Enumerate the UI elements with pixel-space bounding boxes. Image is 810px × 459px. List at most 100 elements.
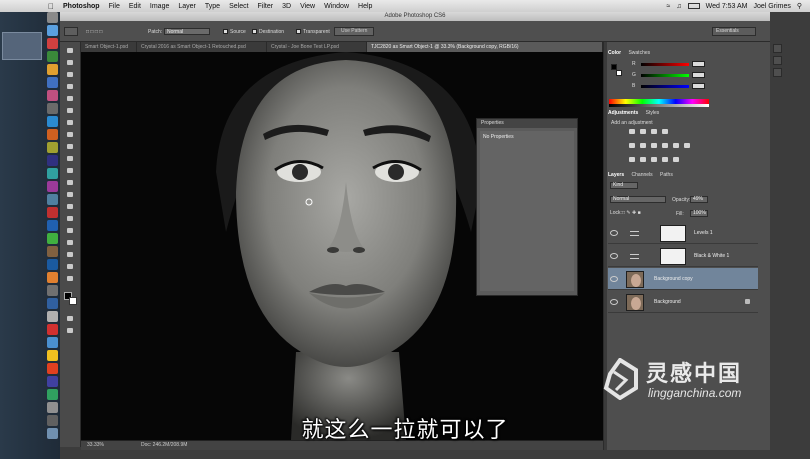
red-value[interactable] <box>692 61 705 67</box>
opacity-value[interactable]: 49% <box>690 196 708 203</box>
threshold-icon[interactable] <box>650 156 658 163</box>
app-icon[interactable] <box>47 155 58 166</box>
visibility-eye-icon[interactable] <box>610 276 618 282</box>
app-icon[interactable] <box>47 350 58 361</box>
tab-adjustments[interactable]: Adjustments <box>608 110 638 116</box>
layer-mask-thumbnail[interactable] <box>660 248 686 265</box>
visibility-eye-icon[interactable] <box>610 230 618 236</box>
app-icon[interactable] <box>47 38 58 49</box>
eyedropper-tool-icon[interactable] <box>65 106 75 115</box>
layer-row[interactable]: Background <box>608 291 758 313</box>
transparent-checkbox[interactable] <box>296 29 301 34</box>
levels-icon[interactable] <box>639 128 647 135</box>
doc-tab[interactable]: Crystal - Joe Bone Test LP.psd <box>267 42 367 52</box>
menu-app[interactable]: Photoshop <box>63 3 100 10</box>
hue-saturation-icon[interactable] <box>639 142 647 149</box>
tab-channels[interactable]: Channels <box>632 172 653 178</box>
brush-tool-icon[interactable] <box>65 130 75 139</box>
menu-3d[interactable]: 3D <box>282 3 291 10</box>
green-slider[interactable] <box>641 74 689 77</box>
posterize-icon[interactable] <box>639 156 647 163</box>
apple-icon[interactable]:  <box>48 2 54 11</box>
exposure-icon[interactable] <box>661 128 669 135</box>
screen-mode-icon[interactable] <box>65 326 75 335</box>
app-icon[interactable] <box>47 298 58 309</box>
app-icon[interactable] <box>47 311 58 322</box>
layer-kind-filter[interactable]: Kind <box>610 182 638 189</box>
quick-select-tool-icon[interactable] <box>65 82 75 91</box>
app-icon[interactable] <box>47 181 58 192</box>
layer-mask-thumbnail[interactable] <box>660 225 686 242</box>
clone-stamp-tool-icon[interactable] <box>65 142 75 151</box>
app-icon[interactable] <box>47 64 58 75</box>
blue-slider[interactable] <box>641 85 689 88</box>
app-icon[interactable] <box>47 116 58 127</box>
app-icon[interactable] <box>47 272 58 283</box>
visibility-eye-icon[interactable] <box>610 253 618 259</box>
clock[interactable]: Wed 7:53 AM <box>706 3 748 10</box>
app-icon[interactable] <box>47 389 58 400</box>
menu-layer[interactable]: Layer <box>178 3 196 10</box>
menu-select[interactable]: Select <box>229 3 248 10</box>
destination-radio[interactable] <box>252 29 257 34</box>
menu-help[interactable]: Help <box>358 3 372 10</box>
menu-type[interactable]: Type <box>205 3 220 10</box>
desktop-thumbnail[interactable] <box>2 32 42 60</box>
app-icon[interactable] <box>47 25 58 36</box>
properties-title[interactable]: Properties <box>477 119 577 128</box>
layer-name[interactable]: Background <box>654 299 681 305</box>
gradient-map-icon[interactable] <box>661 156 669 163</box>
layer-name[interactable]: Levels 1 <box>694 230 713 236</box>
blend-mode-select[interactable]: Normal <box>610 196 666 203</box>
layer-thumbnail[interactable] <box>626 294 644 311</box>
layer-row[interactable]: Black & White 1 <box>608 245 758 267</box>
patch-tool-icon[interactable] <box>65 118 75 127</box>
brightness-contrast-icon[interactable] <box>628 128 636 135</box>
menu-edit[interactable]: Edit <box>129 3 141 10</box>
info-panel-icon[interactable] <box>773 68 782 77</box>
fill-value[interactable]: 100% <box>690 210 708 217</box>
layer-row-selected[interactable]: Background copy <box>608 268 758 290</box>
bg-color-swatch[interactable] <box>616 70 622 76</box>
path-selection-tool-icon[interactable] <box>65 238 75 247</box>
app-icon[interactable] <box>47 129 58 140</box>
source-radio[interactable] <box>223 29 228 34</box>
battery-icon[interactable] <box>687 3 700 9</box>
vibrance-icon[interactable] <box>628 142 636 149</box>
app-icon[interactable] <box>47 363 58 374</box>
layer-name[interactable]: Background copy <box>654 276 693 282</box>
menu-file[interactable]: File <box>109 3 120 10</box>
selection-mode-icons[interactable]: □ □ □ □ <box>86 29 102 35</box>
quick-mask-icon[interactable] <box>65 314 75 323</box>
menu-window[interactable]: Window <box>324 3 349 10</box>
finder-icon[interactable] <box>47 12 58 23</box>
photo-filter-icon[interactable] <box>672 142 680 149</box>
pen-tool-icon[interactable] <box>65 214 75 223</box>
gradient-tool-icon[interactable] <box>65 178 75 187</box>
tab-styles[interactable]: Styles <box>646 110 660 116</box>
app-icon[interactable] <box>47 168 58 179</box>
selective-color-icon[interactable] <box>672 156 680 163</box>
type-tool-icon[interactable] <box>65 226 75 235</box>
app-icon[interactable] <box>47 246 58 257</box>
app-icon[interactable] <box>47 337 58 348</box>
lock-icons[interactable]: □ ✎ ✚ ■ <box>622 210 641 216</box>
history-brush-tool-icon[interactable] <box>65 154 75 163</box>
app-icon[interactable] <box>47 77 58 88</box>
black-white-icon[interactable] <box>661 142 669 149</box>
tab-layers[interactable]: Layers <box>608 172 624 178</box>
app-icon[interactable] <box>47 376 58 387</box>
color-balance-icon[interactable] <box>650 142 658 149</box>
spotlight-icon[interactable]: ⚲ <box>797 2 802 10</box>
navigator-panel-icon[interactable] <box>773 56 782 65</box>
app-icon[interactable] <box>47 220 58 231</box>
menu-image[interactable]: Image <box>150 3 169 10</box>
volume-icon[interactable]: ♫ <box>676 3 681 10</box>
layer-row[interactable]: Levels 1 <box>608 222 758 244</box>
visibility-eye-icon[interactable] <box>610 299 618 305</box>
wifi-icon[interactable]: ≈ <box>667 3 671 10</box>
blur-tool-icon[interactable] <box>65 190 75 199</box>
menu-view[interactable]: View <box>300 3 315 10</box>
layer-name[interactable]: Black & White 1 <box>694 253 729 259</box>
blue-value[interactable] <box>692 83 705 89</box>
